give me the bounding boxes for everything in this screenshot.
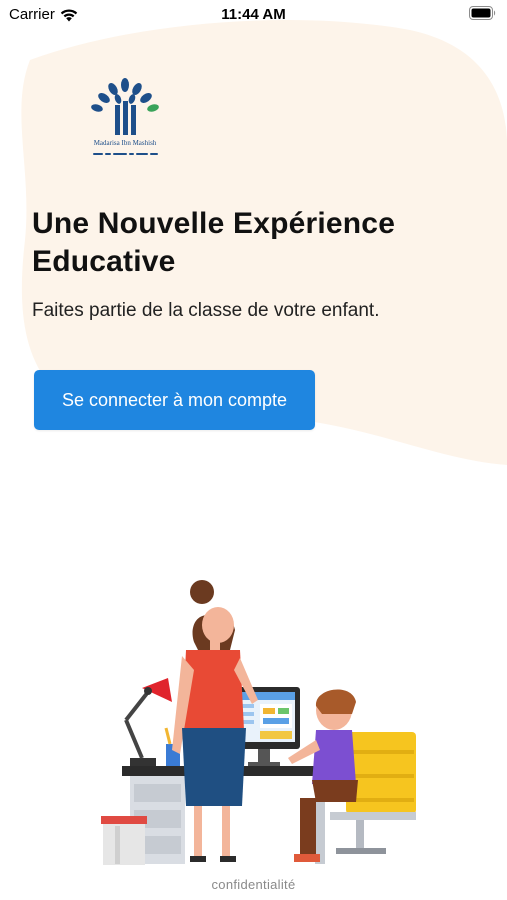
battery-icon [469, 6, 496, 20]
logo-caption: Madarisa Ibn Mashish [93, 139, 157, 147]
logo-arabic-script [86, 151, 164, 157]
teacher-student-illustration [101, 580, 416, 865]
page-title: Une Nouvelle Expérience Educative [32, 207, 396, 278]
page-subtitle: Faites partie de la classe de votre enfa… [32, 300, 380, 321]
tree-icon [91, 78, 159, 135]
login-button[interactable]: Se connecter à mon compte [34, 370, 315, 430]
privacy-link[interactable]: confidentialité [0, 877, 507, 892]
status-bar: Carrier 11:44 AM [0, 0, 507, 30]
clock: 11:44 AM [221, 6, 286, 23]
school-logo: Madarisa Ibn Mashish [82, 75, 168, 165]
